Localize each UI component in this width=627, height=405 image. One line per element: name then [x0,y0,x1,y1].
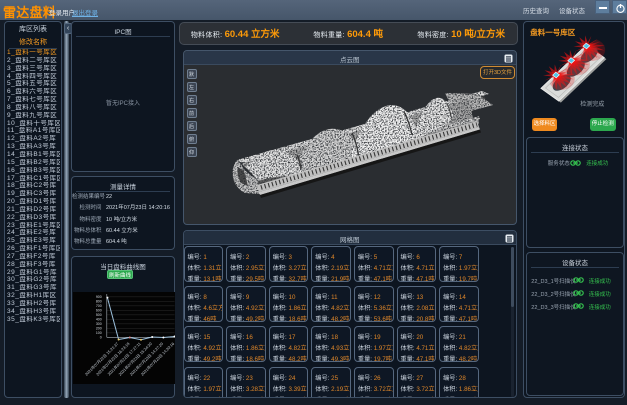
svg-text:500: 500 [96,313,102,317]
svg-text:800: 800 [96,300,102,304]
svg-text:400: 400 [96,318,102,322]
svg-text:900: 900 [96,295,102,299]
svg-text:200: 200 [96,327,102,331]
svg-text:600: 600 [96,309,102,313]
svg-text:700: 700 [96,304,102,308]
svg-text:0: 0 [100,336,102,340]
svg-text:300: 300 [96,322,102,326]
svg-text:100: 100 [96,331,102,335]
